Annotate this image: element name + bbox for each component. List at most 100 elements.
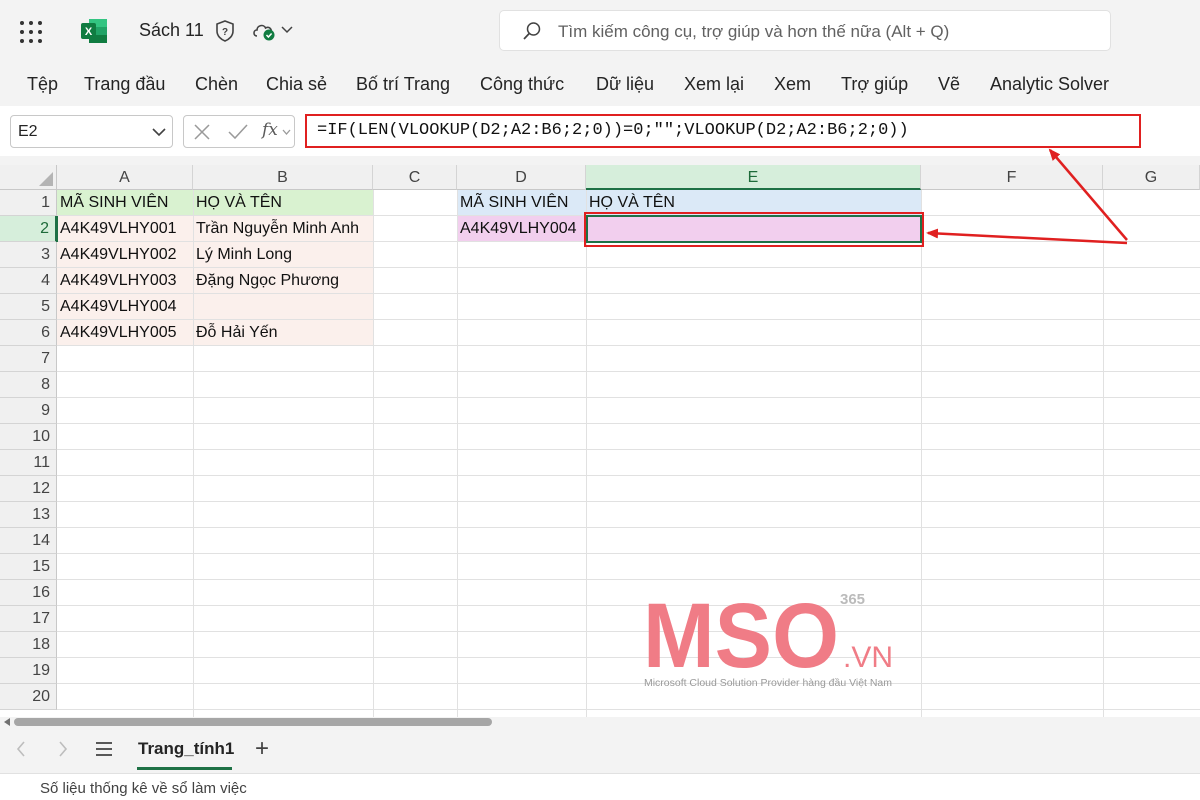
row-header[interactable]: 15 — [0, 554, 57, 580]
row-header[interactable]: 20 — [0, 684, 57, 710]
chevron-left-icon[interactable] — [15, 741, 27, 757]
row-header[interactable]: 5 — [0, 294, 57, 320]
gridline — [373, 190, 374, 717]
cell-d1[interactable]: MÃ SINH VIÊN — [457, 190, 586, 216]
tab-share[interactable]: Chia sẻ — [266, 74, 327, 95]
cell-b2[interactable]: Trần Nguyễn Minh Anh — [193, 216, 373, 242]
sheet-tab-active[interactable]: Trang_tính1 — [130, 735, 242, 767]
name-box-value: E2 — [18, 123, 38, 140]
row-header[interactable]: 18 — [0, 632, 57, 658]
cell-b4[interactable]: Đặng Ngọc Phương — [193, 268, 373, 294]
column-header-a[interactable]: A — [57, 165, 193, 190]
cell-a1[interactable]: MÃ SINH VIÊN — [57, 190, 193, 216]
gridline — [57, 683, 1200, 684]
gridline — [1103, 190, 1104, 717]
cell-a2[interactable]: A4K49VLHY001 — [57, 216, 193, 242]
row-header[interactable]: 12 — [0, 476, 57, 502]
cell-a6[interactable]: A4K49VLHY005 — [57, 320, 193, 346]
row-header[interactable]: 10 — [0, 424, 57, 450]
formula-controls: fx — [183, 115, 295, 148]
row-header[interactable]: 19 — [0, 658, 57, 684]
gridline — [57, 553, 1200, 554]
column-header-e[interactable]: E — [586, 165, 921, 190]
cell-b1[interactable]: HỌ VÀ TÊN — [193, 190, 373, 216]
chevron-down-icon[interactable] — [282, 129, 291, 136]
tab-page-layout[interactable]: Bố trí Trang — [356, 74, 450, 95]
row-header[interactable]: 13 — [0, 502, 57, 528]
column-header-g[interactable]: G — [1103, 165, 1200, 190]
gridline — [57, 631, 1200, 632]
tab-formulas[interactable]: Công thức — [480, 74, 564, 95]
column-header-b[interactable]: B — [193, 165, 373, 190]
row-header[interactable]: 17 — [0, 606, 57, 632]
select-all-icon — [39, 172, 53, 186]
scroll-left-arrow-icon[interactable] — [3, 718, 11, 726]
watermark-tagline: Microsoft Cloud Solution Provider hàng đ… — [644, 677, 892, 689]
row-header[interactable]: 6 — [0, 320, 57, 346]
column-header-f[interactable]: F — [921, 165, 1103, 190]
row-header[interactable]: 16 — [0, 580, 57, 606]
cancel-icon[interactable] — [194, 124, 210, 140]
row-header[interactable]: 1 — [0, 190, 57, 216]
column-header-d[interactable]: D — [457, 165, 586, 190]
watermark-superscript: 365 — [840, 591, 865, 608]
tab-help[interactable]: Trợ giúp — [841, 74, 908, 95]
tab-home[interactable]: Trang đầu — [84, 74, 165, 95]
cell-a4[interactable]: A4K49VLHY003 — [57, 268, 193, 294]
tab-file[interactable]: Tệp — [27, 74, 58, 95]
gridline — [57, 475, 1200, 476]
worksheet-grid[interactable]: A B C D E F G 1 2 3 4 5 6 7 8 9 10 11 12… — [0, 165, 1200, 717]
gridline — [57, 449, 1200, 450]
row-header[interactable]: 9 — [0, 398, 57, 424]
gridline — [57, 527, 1200, 528]
document-title[interactable]: Sách 11 — [139, 20, 204, 41]
tab-data[interactable]: Dữ liệu — [596, 74, 654, 95]
tab-draw[interactable]: Vẽ — [938, 74, 960, 95]
gridline — [57, 397, 1200, 398]
grid-top-spacer — [0, 156, 1200, 165]
sheet-tab-underline — [137, 767, 232, 770]
horizontal-scrollbar[interactable] — [0, 717, 1200, 727]
cell-b5[interactable] — [193, 294, 373, 320]
cell-b6[interactable]: Đỗ Hải Yến — [193, 320, 373, 346]
row-header[interactable]: 3 — [0, 242, 57, 268]
row-header[interactable]: 2 — [0, 216, 57, 242]
tab-view[interactable]: Xem — [774, 74, 811, 95]
row-header[interactable]: 14 — [0, 528, 57, 554]
mso-watermark-logo: MSO 365 .VN Microsoft Cloud Solution Pro… — [643, 591, 893, 689]
check-icon[interactable] — [228, 124, 248, 140]
highlight-box-e2 — [584, 212, 924, 247]
chevron-right-icon[interactable] — [57, 741, 69, 757]
tab-insert[interactable]: Chèn — [195, 74, 238, 95]
search-box[interactable]: Tìm kiếm công cụ, trợ giúp và hơn thế nữ… — [499, 10, 1111, 51]
ribbon-tabs: Tệp Trang đầu Chèn Chia sẻ Bố trí Trang … — [0, 62, 1200, 106]
app-launcher-icon[interactable] — [20, 21, 42, 43]
cell-b3[interactable]: Lý Minh Long — [193, 242, 373, 268]
row-header[interactable]: 8 — [0, 372, 57, 398]
workbook-statistics-link[interactable]: Số liệu thống kê về sổ làm việc — [40, 780, 247, 797]
row-header[interactable]: 7 — [0, 346, 57, 372]
scrollbar-thumb[interactable] — [14, 718, 492, 726]
tab-review[interactable]: Xem lại — [684, 74, 744, 95]
chevron-down-icon[interactable] — [281, 25, 293, 35]
cloud-saved-icon[interactable] — [251, 20, 277, 42]
select-all-corner[interactable] — [0, 165, 57, 190]
formula-input[interactable]: =IF(LEN(VLOOKUP(D2;A2:B6;2;0))=0;"";VLOO… — [305, 114, 1141, 148]
cell-a3[interactable]: A4K49VLHY002 — [57, 242, 193, 268]
row-header[interactable]: 11 — [0, 450, 57, 476]
all-sheets-menu-icon[interactable] — [95, 742, 113, 756]
search-placeholder: Tìm kiếm công cụ, trợ giúp và hơn thế nữ… — [558, 22, 950, 41]
insert-function-button[interactable]: fx — [262, 120, 278, 140]
name-box[interactable]: E2 — [10, 115, 173, 148]
column-header-c[interactable]: C — [373, 165, 457, 190]
sheet-tab-bar: Trang_tính1 + — [0, 727, 1200, 773]
formula-bar: E2 fx =IF(LEN(VLOOKUP(D2;A2:B6;2;0))=0;"… — [0, 106, 1200, 156]
add-sheet-button[interactable]: + — [255, 735, 269, 763]
gridline — [57, 605, 1200, 606]
cell-d2[interactable]: A4K49VLHY004 — [457, 216, 586, 242]
chevron-down-icon[interactable] — [152, 127, 166, 137]
row-header[interactable]: 4 — [0, 268, 57, 294]
cell-a5[interactable]: A4K49VLHY004 — [57, 294, 193, 320]
tab-analytic-solver[interactable]: Analytic Solver — [990, 74, 1109, 95]
sensitivity-shield-icon[interactable]: ? — [214, 19, 236, 43]
